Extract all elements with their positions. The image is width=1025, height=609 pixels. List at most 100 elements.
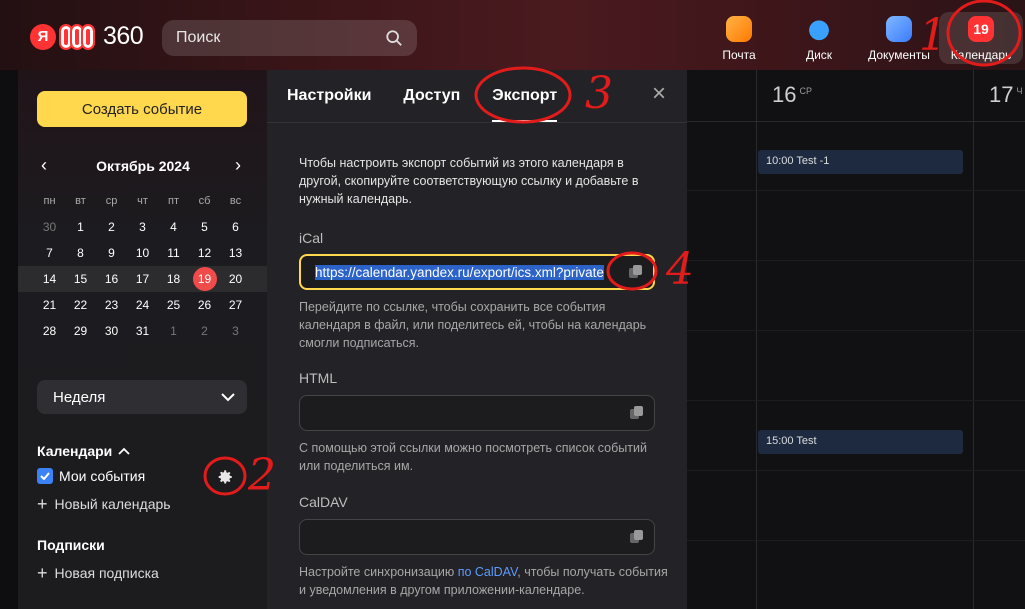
app-disk[interactable]: Диск — [779, 12, 859, 64]
day-cell[interactable]: 5 — [189, 220, 220, 234]
day-cell[interactable]: 17 — [127, 272, 158, 286]
day-cell[interactable]: 12 — [189, 246, 220, 260]
event-block[interactable]: 15:00 Test — [758, 430, 963, 454]
day-number: 17 — [989, 82, 1014, 107]
docs-icon — [886, 16, 912, 42]
day-cell[interactable]: 20 — [220, 272, 251, 286]
hour-line — [687, 190, 1025, 191]
day-cell[interactable]: 8 — [65, 246, 96, 260]
copy-icon[interactable] — [630, 406, 644, 420]
ical-hint: Перейдите по ссылке, чтобы сохранить все… — [299, 300, 647, 350]
day-header-16[interactable]: 16 СР — [772, 82, 812, 108]
day-cell[interactable]: 3 — [220, 324, 251, 338]
calendars-section-title[interactable]: Календари — [37, 443, 130, 459]
annotation-number-2: 2 — [248, 450, 276, 501]
calendar-item-my-events[interactable]: Мои события — [37, 468, 145, 484]
day-cell[interactable]: 30 — [96, 324, 127, 338]
day-cell[interactable]: 14 — [34, 272, 65, 286]
day-cell[interactable]: 16 — [96, 272, 127, 286]
html-title: HTML — [299, 370, 338, 386]
caldav-hint-pre: Настройте синхронизацию — [299, 565, 458, 579]
week-view: 16 СР 17 Ч 10:00 Test -1 15:00 Test — [687, 70, 1025, 609]
event-block[interactable]: 10:00 Test -1 — [758, 150, 963, 174]
tab-access[interactable]: Доступ — [403, 70, 460, 122]
calendars-title: Календари — [37, 443, 113, 459]
day-cell[interactable]: 4 — [158, 220, 189, 234]
app-calendar[interactable]: 19 Календарь — [939, 12, 1023, 64]
day-cell[interactable]: 18 — [158, 272, 189, 286]
new-subscription-label: Новая подписка — [54, 565, 159, 581]
weekday-header-row: пн вт ср чт пт сб вс — [34, 188, 252, 214]
copy-icon[interactable] — [630, 530, 644, 544]
create-event-button[interactable]: Создать событие — [37, 91, 247, 127]
day-header-17[interactable]: 17 Ч — [989, 82, 1022, 108]
sidebar: Создать событие ‹ Октябрь 2024 › пн вт с… — [18, 70, 268, 609]
annotation-number-1: 1 — [919, 10, 947, 61]
chevron-up-icon — [118, 447, 130, 455]
day-cell[interactable]: 28 — [34, 324, 65, 338]
app-mail[interactable]: Почта — [699, 12, 779, 64]
current-week-row: 14 15 16 17 18 19 20 — [18, 266, 268, 292]
logo-circles-icon — [59, 23, 95, 50]
plus-icon: + — [37, 494, 48, 514]
search-icon[interactable] — [385, 29, 403, 47]
checkbox-checked-icon[interactable] — [37, 468, 53, 484]
close-icon[interactable]: × — [649, 82, 669, 106]
ical-link-text: https://calendar.yandex.ru/export/ics.xm… — [315, 264, 604, 280]
tab-settings[interactable]: Настройки — [287, 70, 371, 122]
annotation-number-3: 3 — [585, 68, 613, 119]
day-cell[interactable]: 21 — [34, 298, 65, 312]
day-cell[interactable]: 26 — [189, 298, 220, 312]
gear-icon — [218, 470, 232, 484]
day-weekday: СР — [799, 86, 812, 96]
new-calendar-button[interactable]: + Новый календарь — [37, 494, 171, 514]
day-cell[interactable]: 1 — [158, 324, 189, 338]
day-cell[interactable]: 6 — [220, 220, 251, 234]
day-cell[interactable]: 2 — [189, 324, 220, 338]
app-mail-label: Почта — [722, 48, 756, 62]
calendar-settings-button[interactable] — [214, 466, 236, 488]
caldav-link-field[interactable] — [299, 519, 655, 555]
week-row: 30 1 2 3 4 5 6 — [34, 214, 252, 240]
day-cell[interactable]: 11 — [158, 246, 189, 260]
new-calendar-label: Новый календарь — [54, 496, 171, 512]
day-cell[interactable]: 22 — [65, 298, 96, 312]
day-cell[interactable]: 13 — [220, 246, 251, 260]
app-calendar-label: Календарь — [950, 48, 1012, 62]
day-cell[interactable]: 29 — [65, 324, 96, 338]
hour-line — [687, 330, 1025, 331]
search-placeholder: Поиск — [176, 29, 221, 46]
column-divider — [756, 70, 757, 609]
day-cell[interactable]: 25 — [158, 298, 189, 312]
day-cell[interactable]: 3 — [127, 220, 158, 234]
new-subscription-button[interactable]: + Новая подписка — [37, 564, 159, 582]
day-cell[interactable]: 24 — [127, 298, 158, 312]
day-cell[interactable]: 7 — [34, 246, 65, 260]
html-link-field[interactable] — [299, 395, 655, 431]
subscriptions-title: Подписки — [37, 537, 105, 553]
day-cell[interactable]: 30 — [34, 220, 65, 234]
day-number: 16 — [772, 82, 797, 107]
today-cell[interactable]: 19 — [189, 267, 220, 291]
ical-link-value[interactable]: https://calendar.yandex.ru/export/ics.xm… — [315, 264, 623, 280]
yandex-360-logo[interactable]: Я 360 — [30, 22, 144, 51]
calendar-settings-panel: Настройки Доступ Экспорт × Чтобы настрои… — [267, 70, 687, 609]
day-cell[interactable]: 15 — [65, 272, 96, 286]
day-cell[interactable]: 31 — [127, 324, 158, 338]
day-cell[interactable]: 2 — [96, 220, 127, 234]
caldav-link[interactable]: по CalDAV — [458, 565, 518, 579]
logo-text: 360 — [103, 22, 144, 50]
day-cell[interactable]: 1 — [65, 220, 96, 234]
search-input[interactable]: Поиск — [162, 20, 417, 56]
app-switcher: Почта Диск Документы 19 Календарь — [699, 12, 1025, 64]
tab-export[interactable]: Экспорт — [492, 70, 557, 122]
day-cell[interactable]: 10 — [127, 246, 158, 260]
view-select[interactable]: Неделя — [37, 380, 247, 414]
day-cell[interactable]: 23 — [96, 298, 127, 312]
copy-icon[interactable] — [629, 265, 643, 279]
day-cell[interactable]: 9 — [96, 246, 127, 260]
chevron-down-icon — [221, 393, 235, 402]
day-cell[interactable]: 27 — [220, 298, 251, 312]
chevron-right-icon[interactable]: › — [230, 156, 246, 174]
ical-link-field[interactable]: https://calendar.yandex.ru/export/ics.xm… — [299, 254, 655, 290]
